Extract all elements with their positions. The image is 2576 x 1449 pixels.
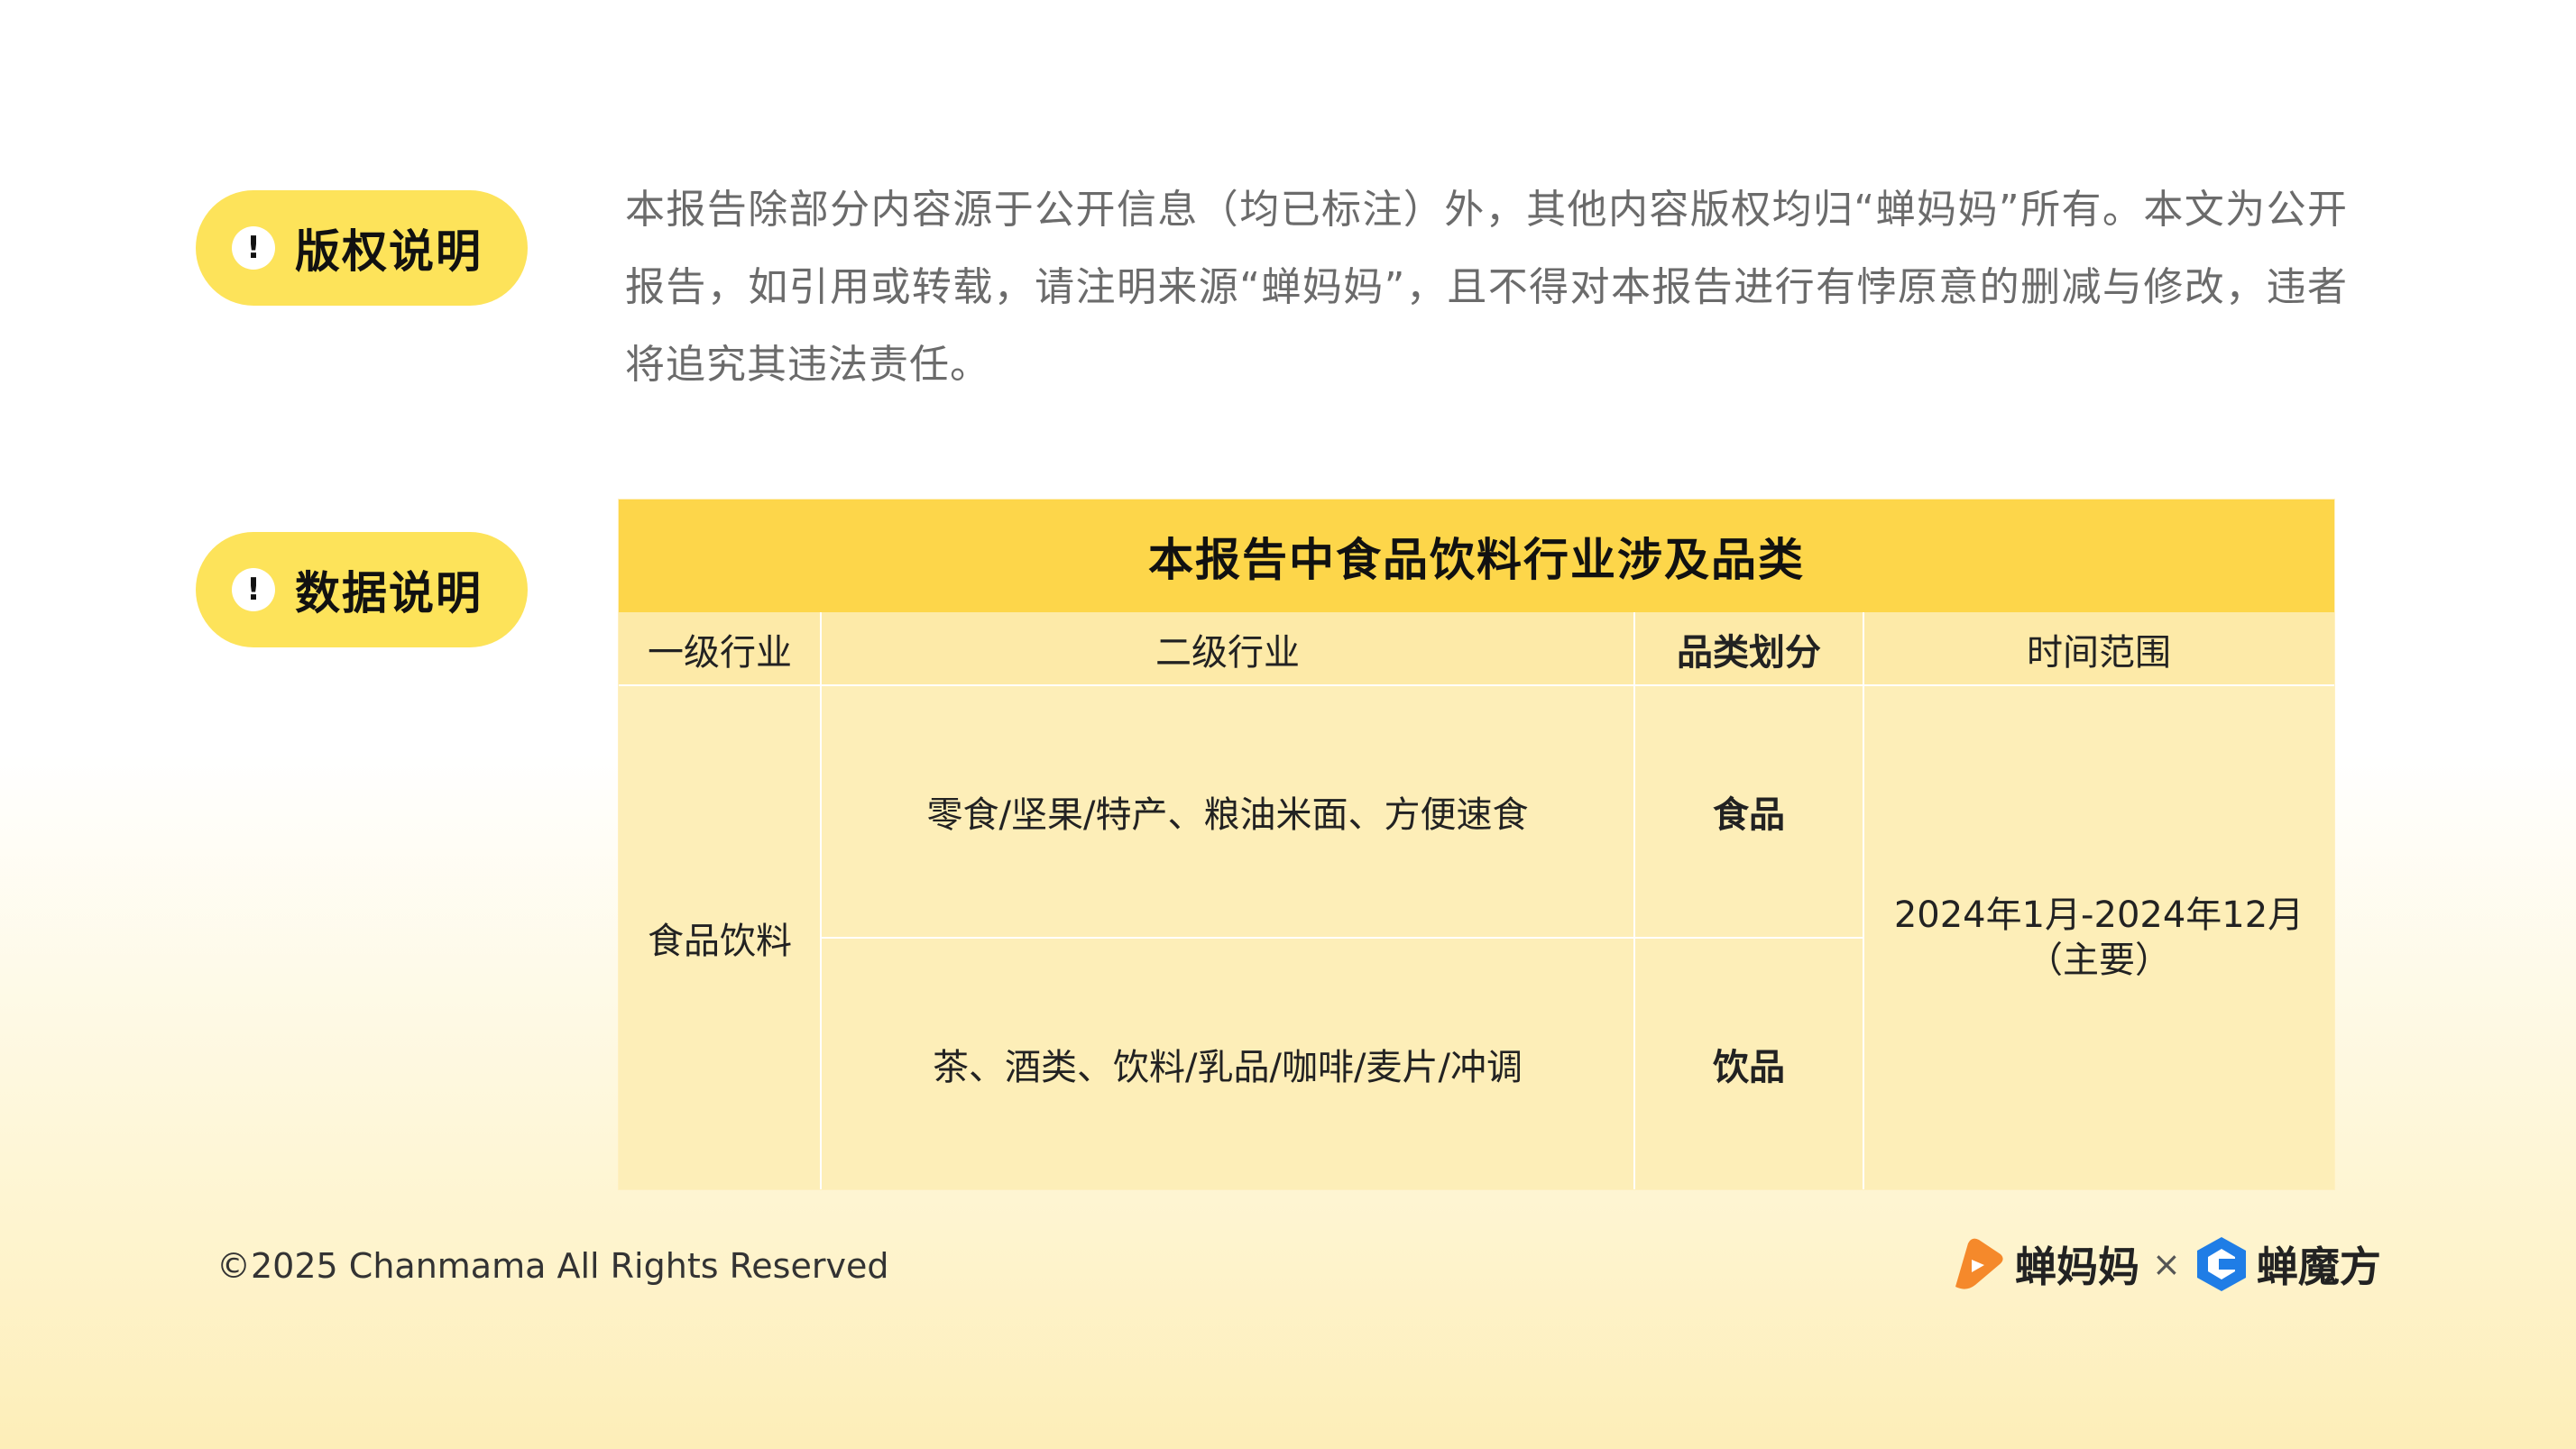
grid-line [619,684,2334,686]
table-title: 本报告中食品饮料行业涉及品类 [619,500,2334,612]
grid-line [820,612,822,1189]
footer-logos: 蝉妈妈 × 蝉魔方 [1948,1228,2381,1300]
cell-level2-row2: 茶、酒类、饮料/乳品/咖啡/麦片/冲调 [933,1046,1523,1088]
copyright-badge: ! 版权说明 [196,190,528,306]
cell-level2-row1: 零食/坚果/特产、粮油米面、方便速食 [926,794,1529,836]
category-table: 本报告中食品饮料行业涉及品类 一级行业 二级行业 品类划分 时间范围 食品饮料 … [618,499,2335,1190]
exclamation-icon: ! [232,568,275,611]
time-range-text: 2024年1月-2024年12月 [1893,894,2305,936]
header-category: 品类划分 [1677,631,1821,674]
chanmofang-logo-icon [2196,1237,2246,1291]
data-label: 数据说明 [295,567,483,619]
chanmama-logo-text: 蝉妈妈 [2015,1243,2139,1291]
grid-line [821,937,1863,939]
exclamation-icon: ! [232,226,275,270]
grid-line [1633,612,1635,1189]
cell-category-row1: 食品 [1713,794,1785,836]
cell-level1: 食品饮料 [648,920,792,962]
copyright-label: 版权说明 [295,225,483,278]
header-level1: 一级行业 [648,631,792,674]
grid-line [1863,612,1864,1189]
copyright-text: 本报告除部分内容源于公开信息（均已标注）外，其他内容版权均归“蝉妈妈”所有。本文… [625,187,2348,388]
cell-category-row2: 饮品 [1713,1046,1785,1088]
chanmama-logo-icon [1955,1238,2003,1289]
header-time: 时间范围 [2027,631,2171,674]
chanmofang-logo-text: 蝉魔方 [2256,1243,2381,1291]
cell-time-range: 2024年1月-2024年12月 （主要） [1863,685,2334,1189]
header-level2: 二级行业 [1155,631,1300,674]
logo-separator: × [2152,1244,2181,1284]
time-range-note: （主要） [2027,939,2171,981]
footer-copyright: ©2025 Chanmama All Rights Reserved [216,1246,889,1286]
data-badge: ! 数据说明 [196,532,528,647]
